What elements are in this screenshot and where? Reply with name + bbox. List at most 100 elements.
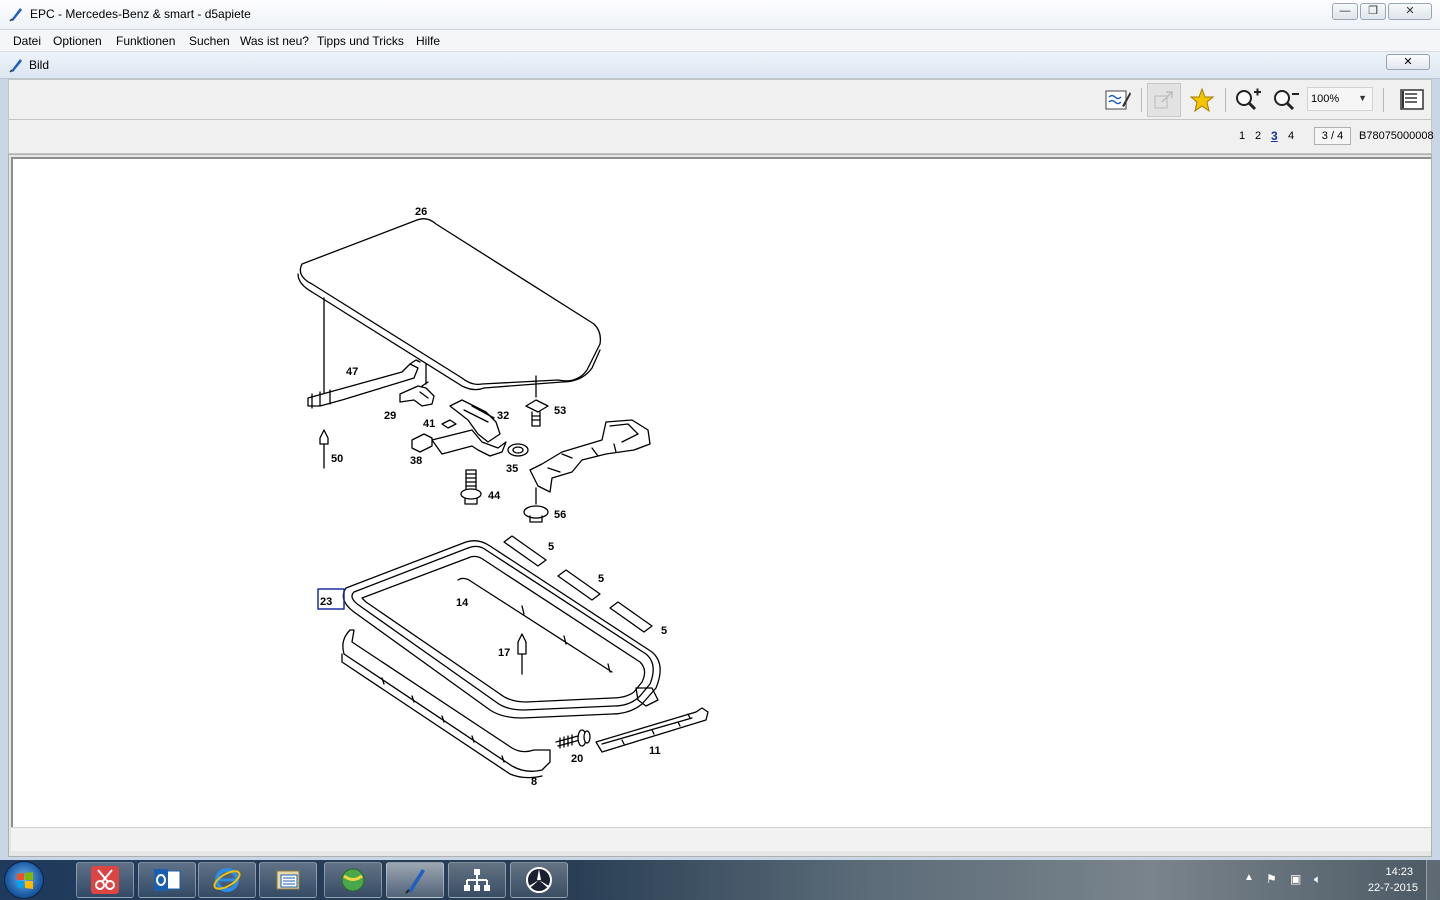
part-32-drawing (431, 399, 507, 457)
zoom-out-icon (1274, 90, 1299, 111)
part-label-56[interactable]: 56 (554, 509, 566, 521)
part-label-5a[interactable]: 5 (548, 541, 554, 553)
part-label-47[interactable]: 47 (346, 366, 358, 378)
show-desktop-button[interactable] (1426, 860, 1440, 900)
clock-date[interactable]: 22-7-2015 (1368, 882, 1418, 894)
zoom-in-button[interactable] (1231, 83, 1265, 117)
edit-notes-button[interactable] (1101, 83, 1135, 117)
outlook-icon (154, 869, 181, 891)
menu-bar: Datei Optionen Funktionen Suchen Was ist… (0, 30, 1440, 52)
parts-drawing-canvas[interactable]: 26 47 29 41 32 53 50 38 35 44 56 5 5 5 2… (11, 157, 1431, 827)
part-label-5b[interactable]: 5 (598, 573, 604, 585)
maximize-button[interactable]: ❐ (1360, 3, 1386, 20)
page-link-4[interactable]: 4 (1288, 130, 1294, 142)
image-code: B78075000008 (1359, 130, 1434, 142)
taskbar-globe-app[interactable] (324, 862, 382, 898)
part-label-17[interactable]: 17 (498, 647, 510, 659)
part-17-drawing (517, 633, 527, 675)
file-explorer-icon (276, 870, 300, 890)
image-window-close-button[interactable]: ✕ (1386, 54, 1430, 70)
page-link-1[interactable]: 1 (1239, 130, 1245, 142)
zoom-out-button[interactable] (1269, 83, 1303, 117)
globe-icon (341, 868, 365, 892)
page-link-3-active[interactable]: 3 (1271, 129, 1278, 143)
minimize-button[interactable]: — (1332, 3, 1358, 20)
taskbar-outlook[interactable] (138, 862, 196, 898)
toolbar-separator (1141, 88, 1142, 112)
start-button[interactable] (4, 861, 44, 899)
taskbar-internet-explorer[interactable] (198, 862, 256, 898)
menu-optionen[interactable]: Optionen (53, 34, 102, 48)
volume-icon[interactable]: 🔈︎ (1314, 872, 1321, 887)
part-label-44[interactable]: 44 (488, 490, 501, 502)
page-counter: 3 / 4 (1314, 127, 1351, 145)
part-label-5c[interactable]: 5 (661, 625, 667, 637)
part-29-drawing (399, 385, 435, 407)
part-35-drawing (507, 443, 529, 457)
sunroof-frame-drawing (342, 540, 661, 719)
part-label-35[interactable]: 35 (506, 463, 518, 475)
part-label-11[interactable]: 11 (649, 745, 661, 757)
part-label-20[interactable]: 20 (571, 753, 583, 765)
part-label-38[interactable]: 38 (410, 455, 422, 467)
taskbar-snipping-tool[interactable] (76, 862, 134, 898)
taskbar-epc-active[interactable] (386, 862, 444, 898)
taskbar-network-app[interactable] (448, 862, 506, 898)
taskbar-file-explorer[interactable] (259, 862, 317, 898)
zoom-in-icon (1236, 88, 1261, 111)
expand-button[interactable] (1147, 83, 1181, 117)
part-label-23[interactable]: 23 (320, 596, 332, 608)
menu-tipps-und-tricks[interactable]: Tipps und Tricks (317, 34, 404, 48)
show-hidden-icons-icon[interactable]: ▲ (1244, 872, 1254, 883)
flag-icon[interactable]: ⚑ (1266, 872, 1277, 886)
window-title: EPC - Mercedes-Benz & smart - d5apiete (30, 7, 251, 21)
part-label-53[interactable]: 53 (554, 405, 566, 417)
pen-icon (9, 59, 22, 73)
windows-taskbar: ▲ ⚑ ▣ 🔈︎ 14:23 22-7-2015 (0, 860, 1440, 900)
page-link-2[interactable]: 2 (1255, 130, 1261, 142)
page-icon (1400, 89, 1424, 110)
part-50-drawing (319, 429, 329, 469)
image-window-caption: Bild ✕ (0, 52, 1440, 79)
part-20-drawing (555, 729, 591, 749)
menu-datei[interactable]: Datei (13, 34, 41, 48)
network-icon[interactable]: ▣ (1290, 872, 1301, 886)
sunroof-panel-drawing (297, 218, 602, 391)
favorite-button[interactable] (1185, 83, 1219, 117)
expand-icon (1154, 91, 1173, 109)
taskbar-mercedes-app[interactable] (510, 862, 568, 898)
part-56-drawing (523, 487, 549, 523)
internet-explorer-icon (213, 868, 241, 892)
zoom-select[interactable]: 100% ▼ (1307, 87, 1373, 111)
scissors-icon (91, 866, 119, 894)
page-view-button[interactable] (1395, 83, 1429, 117)
menu-hilfe[interactable]: Hilfe (416, 34, 440, 48)
part-label-8[interactable]: 8 (531, 776, 537, 788)
favorite-star-icon (1189, 87, 1215, 113)
epc-app-icon (9, 8, 22, 22)
part-label-41[interactable]: 41 (423, 418, 435, 430)
part-38-drawing (411, 433, 433, 453)
drawing-status-strip (11, 827, 1431, 851)
menu-suchen[interactable]: Suchen (189, 34, 230, 48)
system-tray: ▲ ⚑ ▣ 🔈︎ 14:23 22-7-2015 (1210, 860, 1440, 900)
chevron-down-icon: ▼ (1358, 93, 1367, 103)
part-label-50[interactable]: 50 (331, 453, 343, 465)
part-44-drawing (460, 469, 482, 505)
part-label-26[interactable]: 26 (415, 206, 427, 218)
part-label-29[interactable]: 29 (384, 410, 396, 422)
image-window-title: Bild (29, 58, 50, 72)
close-button[interactable]: ✕ (1388, 3, 1432, 20)
clock-time[interactable]: 14:23 (1385, 866, 1413, 878)
part-label-14[interactable]: 14 (456, 597, 469, 609)
toolbar-separator (1383, 88, 1384, 112)
mercedes-star-icon (526, 867, 552, 893)
network-diagram-icon (464, 869, 490, 891)
part-label-32[interactable]: 32 (497, 410, 509, 422)
menu-funktionen[interactable]: Funktionen (116, 34, 175, 48)
part-53-drawing (525, 399, 549, 427)
edit-notes-icon (1105, 90, 1131, 110)
menu-was-ist-neu[interactable]: Was ist neu? (240, 34, 309, 48)
epc-pen-icon (405, 869, 425, 894)
exploded-parts-diagram: 26 47 29 41 32 53 50 38 35 44 56 5 5 5 2… (297, 206, 709, 788)
